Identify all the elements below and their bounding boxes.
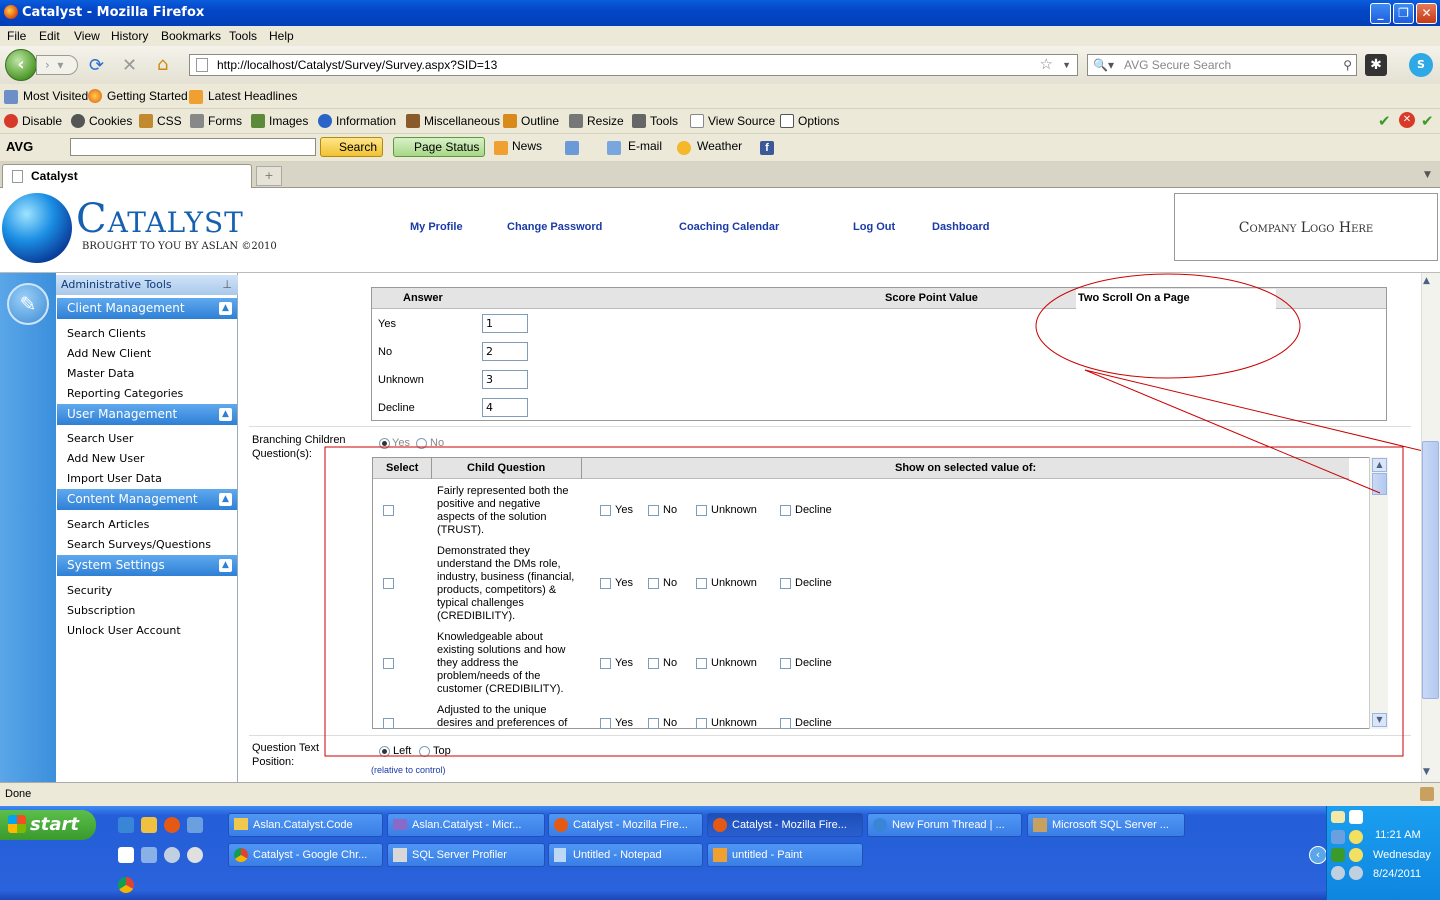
ie-icon: [873, 818, 887, 832]
task-sql-server[interactable]: Microsoft SQL Server ...: [1027, 813, 1185, 837]
task-notepad[interactable]: Untitled - Notepad: [548, 843, 703, 867]
quicklaunch-firefox-icon[interactable]: [164, 817, 180, 833]
task-label: Catalyst - Mozilla Fire...: [573, 819, 688, 831]
annotation-rectangle: [324, 446, 1404, 757]
page-scroll-down-icon[interactable]: ▼: [1423, 767, 1430, 777]
messenger-icon-2[interactable]: [1349, 848, 1363, 862]
task-paint[interactable]: untitled - Paint: [707, 843, 863, 867]
task-new-forum-thread[interactable]: New Forum Thread | ...: [867, 813, 1022, 837]
task-label: SQL Server Profiler: [412, 849, 507, 861]
task-sql-profiler[interactable]: SQL Server Profiler: [387, 843, 545, 867]
visual-studio-icon: [393, 819, 407, 830]
tray-expand-icon[interactable]: ‹: [1309, 846, 1327, 864]
clock-day: Wednesday: [1373, 849, 1431, 861]
annotation-overlay: [324, 273, 1440, 757]
task-catalyst-chrome[interactable]: Catalyst - Google Chr...: [228, 843, 383, 867]
clock-time: 11:21 AM: [1375, 829, 1421, 841]
vs-tray-icon[interactable]: [1349, 810, 1363, 824]
quicklaunch-search-icon[interactable]: [164, 847, 180, 863]
task-catalyst-firefox-2[interactable]: Catalyst - Mozilla Fire...: [707, 813, 863, 837]
task-label: New Forum Thread | ...: [892, 819, 1005, 831]
quicklaunch-media-icon[interactable]: [187, 847, 203, 863]
system-tray: 11:21 AM Wednesday 8/24/2011: [1326, 806, 1440, 900]
start-label: start: [30, 814, 79, 835]
page-scroll-up-icon[interactable]: ▲: [1423, 276, 1430, 286]
paint-icon: [713, 848, 727, 862]
quicklaunch-chrome-icon[interactable]: [118, 877, 134, 893]
task-label: untitled - Paint: [732, 849, 803, 861]
windows-logo-icon: [8, 815, 26, 833]
addon-status-icon[interactable]: [1420, 787, 1434, 801]
quicklaunch-app-icon[interactable]: [187, 817, 203, 833]
annotation-line-2: [1084, 369, 1381, 494]
profiler-icon: [393, 848, 407, 862]
search-tray-icon[interactable]: [1331, 866, 1345, 880]
firefox-icon: [554, 818, 568, 832]
mail-icon[interactable]: [1331, 811, 1345, 823]
task-label: Aslan.Catalyst - Micr...: [412, 819, 522, 831]
folder-icon: [234, 818, 248, 830]
notepad-icon: [554, 848, 566, 862]
sql-server-icon: [1033, 818, 1047, 832]
task-label: Catalyst - Google Chr...: [253, 849, 368, 861]
quicklaunch-tool-icon[interactable]: [141, 847, 157, 863]
task-aslan-catalyst-visual-studio[interactable]: Aslan.Catalyst - Micr...: [387, 813, 545, 837]
quicklaunch-outlook-icon[interactable]: [141, 817, 157, 833]
annotation-line: [1084, 369, 1440, 456]
task-label: Untitled - Notepad: [573, 849, 662, 861]
page-scroll-thumb[interactable]: [1422, 441, 1439, 699]
status-bar: Done: [0, 782, 1440, 806]
quicklaunch-vs-icon[interactable]: [118, 847, 134, 863]
network-icon[interactable]: [1331, 830, 1345, 844]
chrome-icon: [234, 848, 248, 862]
task-aslan-catalyst-code[interactable]: Aslan.Catalyst.Code: [228, 813, 383, 837]
task-catalyst-firefox-1[interactable]: Catalyst - Mozilla Fire...: [548, 813, 703, 837]
task-label: Microsoft SQL Server ...: [1052, 819, 1169, 831]
messenger-icon[interactable]: [1349, 830, 1363, 844]
task-label: Catalyst - Mozilla Fire...: [732, 819, 847, 831]
quicklaunch-ie-icon[interactable]: [118, 817, 134, 833]
firefox-icon: [713, 818, 727, 832]
status-text: Done: [5, 788, 32, 800]
task-label: Aslan.Catalyst.Code: [253, 819, 353, 831]
clock-date: 8/24/2011: [1373, 868, 1422, 880]
volume-icon[interactable]: [1349, 866, 1363, 880]
avg-tray-icon[interactable]: [1331, 848, 1345, 862]
annotation-ellipse: [1035, 273, 1301, 379]
